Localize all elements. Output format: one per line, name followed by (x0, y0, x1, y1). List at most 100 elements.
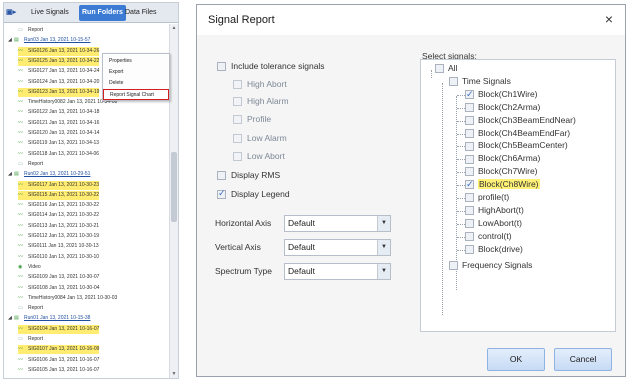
signal-label: Block(Ch6Arma) (478, 153, 541, 164)
menu-item-properties[interactable]: Properties (103, 56, 169, 67)
tree-item[interactable]: 〰 SIG0106 Jan 13, 2021 10-16-07 (18, 356, 99, 365)
signal-checkbox[interactable] (465, 102, 474, 112)
run-folder-item[interactable]: ◢ ▤ Run01 Jan 13, 2021 10-15-38 (8, 314, 90, 323)
tree-item[interactable]: 〰 SIG0124 Jan 13, 2021 10-34-20 (18, 78, 99, 87)
option-label: Low Alarm (247, 133, 287, 143)
signal-tree-item[interactable]: Block(Ch5BeamCenter) (465, 139, 568, 152)
signal-tree-item[interactable]: Block(Ch8Wire) (465, 178, 540, 191)
tree-item[interactable]: 〰 SIG0105 Jan 13, 2021 10-16-07 (18, 366, 99, 375)
tree-item[interactable]: 〰 SIG0126 Jan 13, 2021 10-34-26 (18, 46, 100, 56)
tree-item[interactable]: ▭ Report (18, 304, 43, 313)
tree-item[interactable]: 〰 SIG0113 Jan 13, 2021 10-30-21 (18, 222, 99, 231)
signal-checkbox[interactable] (465, 244, 474, 254)
signal-checkbox[interactable] (465, 178, 474, 191)
dropdown-arrow-icon[interactable]: ▼ (377, 264, 390, 279)
tree-item[interactable]: 〰 SIG0121 Jan 13, 2021 10-34-16 (18, 119, 99, 128)
tree-item[interactable]: 〰 TimeHistory0084 Jan 13, 2021 10-30-03 (18, 294, 117, 303)
tree-item[interactable]: 〰 SIG0112 Jan 13, 2021 10-30-19 (18, 232, 99, 241)
axis-select[interactable]: Default ▼ (284, 215, 391, 232)
tree-item[interactable]: 〰 SIG0118 Jan 13, 2021 10-34-06 (18, 150, 99, 159)
menu-item-delete[interactable]: Delete (103, 78, 169, 89)
tree-item[interactable]: 〰 SIG0104 Jan 13, 2021 10-16-07 (18, 324, 100, 334)
tab-live-signals[interactable]: Live Signals (28, 5, 72, 21)
signal-tree-item[interactable]: Frequency Signals (449, 259, 532, 272)
signal-checkbox[interactable] (449, 260, 458, 270)
signal-checkbox[interactable] (465, 115, 474, 125)
signal-checkbox[interactable] (449, 77, 458, 87)
report-icon: ▭ (18, 27, 23, 33)
tree-item[interactable]: 〰 SIG0109 Jan 13, 2021 10-30-07 (18, 273, 99, 282)
option-checkbox[interactable] (233, 134, 242, 143)
scroll-up-icon[interactable]: ▲ (170, 24, 178, 32)
tree-item-label: SIG0117 Jan 13, 2021 10-30-23 (28, 181, 100, 188)
dropdown-arrow-icon[interactable]: ▼ (377, 216, 390, 231)
signal-checkbox[interactable] (465, 231, 474, 241)
tree-item[interactable]: 〰 SIG0127 Jan 13, 2021 10-34-24 (18, 67, 99, 76)
tree-item[interactable]: ◉ Video (18, 263, 41, 272)
tree-item[interactable]: 〰 SIG0111 Jan 13, 2021 10-30-13 (18, 242, 99, 251)
tab-data-files[interactable]: Data Files (122, 5, 160, 21)
tree-item[interactable]: ▭ Report (18, 335, 43, 344)
signal-tree-item[interactable]: Block(Ch2Arma) (465, 101, 540, 114)
tree-item[interactable]: 〰 SIG0120 Jan 13, 2021 10-34-14 (18, 129, 99, 138)
signal-checkbox[interactable] (435, 64, 444, 74)
option-checkbox[interactable] (217, 188, 226, 199)
signal-checkbox[interactable] (465, 206, 474, 216)
scrollbar-thumb[interactable] (171, 152, 177, 222)
tree-item[interactable]: 〰 SIG0115 Jan 13, 2021 10-30-22 (18, 190, 100, 200)
signal-tree-item[interactable]: Block(Ch3BeamEndNear) (465, 114, 576, 127)
close-icon[interactable]: × (605, 11, 613, 27)
context-menu: Properties Export Delete Report Signal C… (102, 53, 170, 101)
tree-item[interactable]: 〰 SIG0108 Jan 13, 2021 10-30-04 (18, 284, 99, 293)
signal-tree-item[interactable]: Block(drive) (465, 243, 523, 256)
signal-tree-item[interactable]: Block(Ch7Wire) (465, 165, 538, 178)
tree-scrollbar[interactable]: ▲ ▼ (169, 24, 178, 378)
option-checkbox[interactable] (233, 80, 242, 89)
tree-item[interactable]: 〰 SIG0123 Jan 13, 2021 10-34-19 (18, 87, 100, 97)
signal-tree-item[interactable]: profile(t) (465, 191, 509, 204)
signal-tree-item[interactable]: Block(Ch1Wire) (465, 88, 538, 101)
axis-select[interactable]: Default ▼ (284, 239, 391, 256)
signal-tree-item[interactable]: Block(Ch6Arma) (465, 152, 540, 165)
signal-tree-item[interactable]: Block(Ch4BeamEndFar) (465, 127, 570, 140)
signal-checkbox[interactable] (465, 193, 474, 203)
scroll-down-icon[interactable]: ▼ (170, 370, 178, 378)
menu-item-report-signal-chart[interactable]: Report Signal Chart (103, 89, 169, 100)
signal-tree-item[interactable]: LowAbort(t) (465, 217, 522, 230)
tree-item[interactable]: 〰 SIG0116 Jan 13, 2021 10-30-22 (18, 201, 99, 210)
tree-item[interactable]: ▭ Report (18, 26, 43, 35)
tree-item[interactable]: 〰 SIG0110 Jan 13, 2021 10-30-10 (18, 253, 99, 262)
signal-checkbox[interactable] (465, 154, 474, 164)
tree-item[interactable]: 〰 SIG0114 Jan 13, 2021 10-30-22 (18, 211, 99, 220)
tab-run-folders[interactable]: Run Folders (79, 5, 126, 21)
option-checkbox[interactable] (233, 152, 242, 161)
signal-checkbox[interactable] (465, 167, 474, 177)
dropdown-arrow-icon[interactable]: ▼ (377, 240, 390, 255)
option-checkbox[interactable] (233, 97, 242, 106)
tree-item[interactable]: 〰 SIG0117 Jan 13, 2021 10-30-23 (18, 180, 100, 190)
tree-item[interactable]: 〰 SIG0125 Jan 13, 2021 10-34-22 (18, 56, 100, 66)
cancel-button[interactable]: Cancel (554, 348, 612, 371)
signal-label: Block(Ch1Wire) (478, 88, 538, 99)
tree-item[interactable]: ▭ Report (18, 160, 43, 169)
signal-icon: 〰 (18, 294, 24, 301)
signal-tree-item[interactable]: All (435, 62, 457, 75)
ok-button[interactable]: OK (487, 348, 545, 371)
signal-checkbox[interactable] (465, 88, 474, 101)
signal-checkbox[interactable] (465, 141, 474, 151)
tree-item[interactable]: 〰 SIG0107 Jan 13, 2021 10-16-09 (18, 345, 100, 355)
menu-item-export[interactable]: Export (103, 67, 169, 78)
option-checkbox[interactable] (217, 62, 226, 71)
run-folder-item[interactable]: ◢ ▤ Run02 Jan 13, 2021 10-29-51 (8, 170, 90, 179)
option-checkbox[interactable] (233, 115, 242, 124)
axis-select[interactable]: Default ▼ (284, 263, 391, 280)
signal-tree-item[interactable]: Time Signals (449, 75, 511, 88)
tree-item[interactable]: 〰 SIG0122 Jan 13, 2021 10-34-18 (18, 108, 99, 117)
signal-tree-item[interactable]: HighAbort(t) (465, 204, 524, 217)
signal-checkbox[interactable] (465, 219, 474, 229)
option-checkbox[interactable] (217, 171, 226, 180)
run-folder-item[interactable]: ◢ ▤ Run03 Jan 13, 2021 10-15-57 (8, 36, 90, 45)
signal-tree-item[interactable]: control(t) (465, 230, 512, 243)
tree-item[interactable]: 〰 SIG0119 Jan 13, 2021 10-34-13 (18, 139, 99, 148)
signal-checkbox[interactable] (465, 128, 474, 138)
